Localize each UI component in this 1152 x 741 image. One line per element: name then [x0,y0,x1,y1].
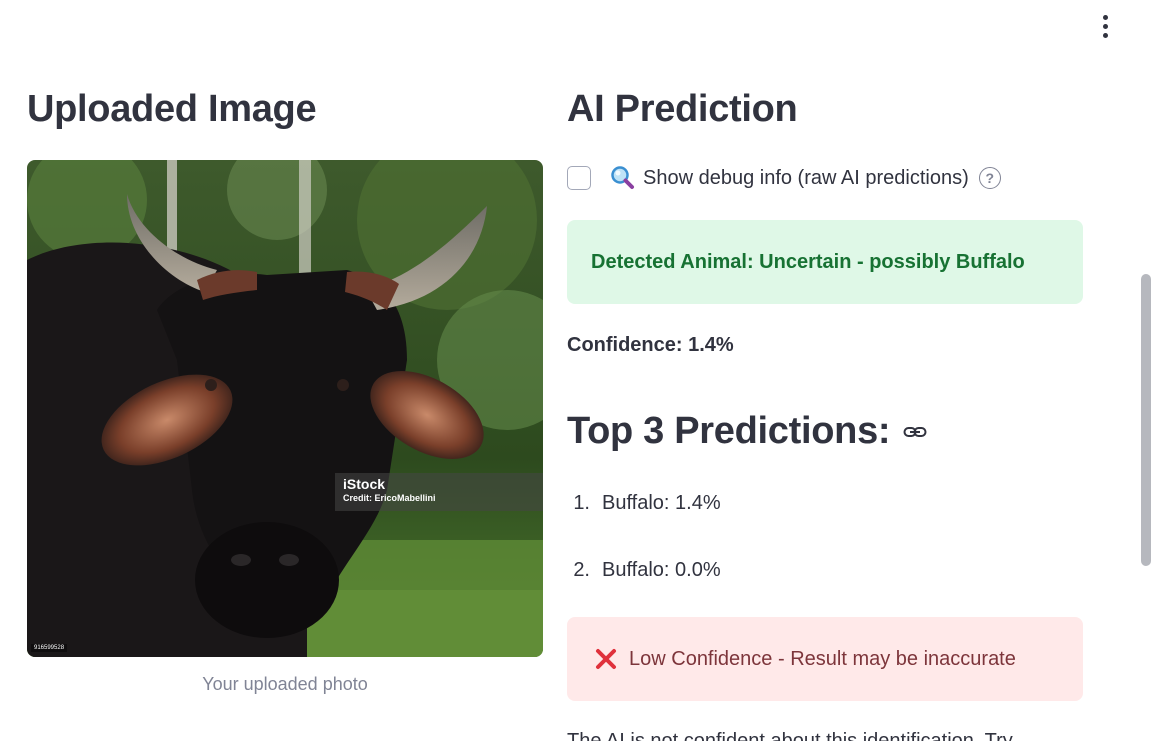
prediction-text: Buffalo: 0.0% [602,559,721,581]
prediction-number: 2. [573,559,590,581]
debug-checkbox[interactable] [567,166,591,190]
cow-photo-illustration [27,160,543,657]
prediction-item: 1. Buffalo: 1.4% [567,492,721,559]
link-icon[interactable] [902,419,928,445]
prediction-item: 2. Buffalo: 0.0% [567,559,721,626]
detected-animal-text: Detected Animal: Uncertain - possibly Bu… [591,250,1025,273]
uploaded-photo: iStock Credit: EricoMabellini 916599528 [27,160,543,657]
photo-caption: Your uploaded photo [202,674,368,694]
scrollbar-thumb[interactable] [1141,274,1151,566]
stock-id-label: 916599528 [31,644,68,652]
question-circle-icon[interactable]: ? [978,167,1001,189]
menu-dot [1102,23,1108,29]
main-menu-button[interactable] [1092,12,1118,40]
ai-prediction-title: AI Prediction [567,88,798,130]
watermark-credit: Credit: EricoMabellini [343,493,436,503]
istock-watermark: iStock Credit: EricoMabellini [335,473,543,511]
top3-heading: Top 3 Predictions: [567,410,928,453]
prediction-text: Buffalo: 1.4% [602,492,721,514]
confidence-text: Confidence: 1.4% [567,334,734,356]
menu-dot [1102,14,1108,20]
advice-text: The AI is not confident about this ident… [567,730,1013,741]
low-confidence-text: Low Confidence - Result may be inaccurat… [629,647,1016,670]
debug-checkbox-row[interactable]: Show debug info (raw AI predictions) ? [567,164,1001,192]
low-confidence-alert: Low Confidence - Result may be inaccurat… [567,617,1083,701]
watermark-brand: iStock [343,476,386,492]
menu-dot [1102,32,1108,38]
predictions-list: 1. Buffalo: 1.4% 2. Buffalo: 0.0% [567,492,721,626]
detected-animal-alert: Detected Animal: Uncertain - possibly Bu… [567,220,1083,304]
red-x-icon [596,649,616,669]
magnifier-icon [611,166,634,189]
top3-heading-text: Top 3 Predictions: [567,410,891,452]
uploaded-image-title: Uploaded Image [27,88,317,130]
debug-checkbox-label[interactable]: Show debug info (raw AI predictions) [643,167,969,190]
prediction-number: 1. [573,492,590,514]
